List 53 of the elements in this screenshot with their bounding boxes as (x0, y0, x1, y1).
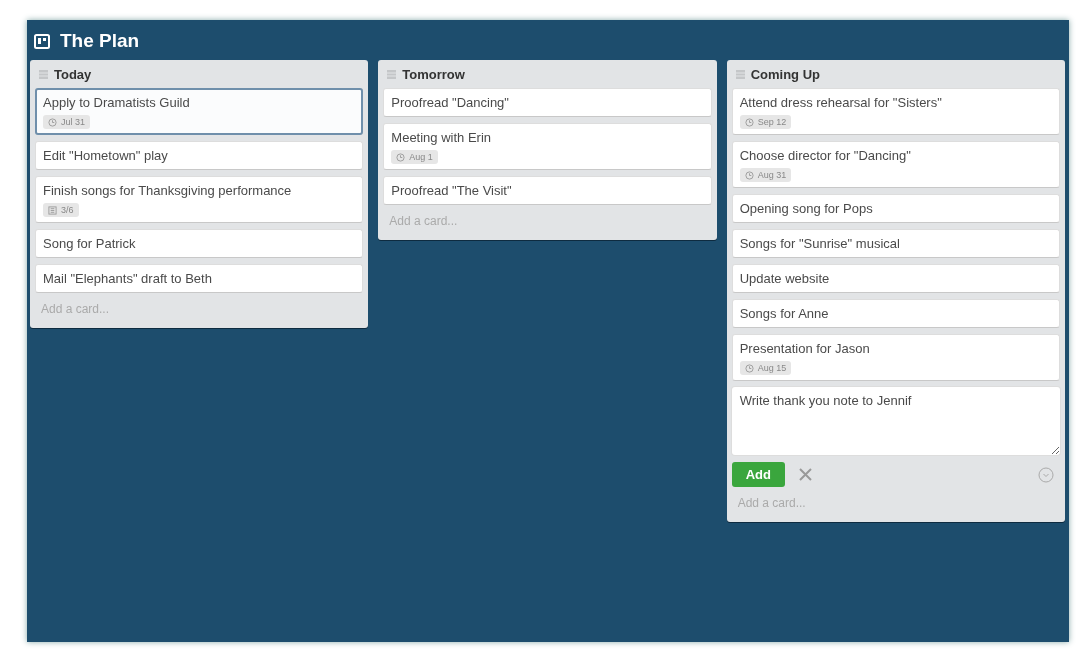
clock-icon (396, 152, 406, 162)
due-date-badge: Aug 15 (739, 361, 792, 375)
list-title: Tomorrow (402, 67, 465, 82)
options-circle-icon[interactable] (1038, 466, 1054, 483)
due-date-badge: Aug 1 (391, 150, 438, 164)
list-title: Coming Up (750, 67, 820, 82)
card-title: Presentation for Jason (739, 340, 871, 357)
checklist-icon (48, 205, 57, 215)
card-title: Edit "Hometown" play (43, 147, 169, 164)
close-icon[interactable] (798, 468, 812, 481)
card[interactable]: Choose director for "Dancing" Aug 31 (731, 141, 1060, 188)
card-title: Songs for "Sunrise" musical (739, 235, 901, 252)
clock-icon (48, 117, 57, 127)
card-title: Proofread "Dancing" (391, 94, 510, 111)
clock-icon (744, 117, 754, 127)
list-handle-icon[interactable] (735, 70, 745, 79)
card-title: Proofread "The Visit" (391, 182, 513, 199)
checklist-badge: 3/6 (43, 203, 79, 217)
card-title: Opening song for Pops (739, 200, 874, 217)
card[interactable]: Attend dress rehearsal for "Sisters" Sep 12 (731, 88, 1060, 135)
card[interactable]: Presentation for Jason Aug 15 (731, 334, 1060, 381)
clock-icon (744, 363, 754, 373)
due-date-badge: Aug 31 (739, 168, 792, 182)
card-title: Meeting with Erin (391, 129, 493, 146)
card[interactable]: Apply to Dramatists Guild Jul 31 (35, 88, 364, 135)
card-title: Apply to Dramatists Guild (43, 94, 191, 111)
list-handle-icon[interactable] (39, 70, 48, 79)
card[interactable]: Opening song for Pops (731, 194, 1060, 223)
due-date-badge: Sep 12 (739, 115, 792, 129)
clock-icon (744, 170, 754, 180)
list-title: Today (54, 67, 92, 82)
list-handle-icon[interactable] (387, 70, 397, 79)
card[interactable]: Song for Patrick (35, 229, 364, 258)
card[interactable]: Songs for "Sunrise" musical (731, 229, 1060, 258)
board-title: The Plan (60, 30, 140, 52)
card-title: Choose director for "Dancing" (739, 147, 912, 164)
card[interactable]: Songs for Anne (731, 299, 1060, 328)
board-icon (34, 33, 50, 49)
card[interactable]: Proofread "Dancing" (383, 88, 712, 117)
card[interactable]: Edit "Hometown" play (35, 141, 364, 170)
card[interactable]: Update website (731, 264, 1060, 293)
card-title: Song for Patrick (43, 235, 137, 252)
card-title: Mail "Elephants" draft to Beth (43, 270, 213, 287)
card[interactable]: Mail "Elephants" draft to Beth (35, 264, 364, 293)
card[interactable]: Proofread "The Visit" (383, 176, 712, 205)
card-title: Update website (739, 270, 831, 287)
due-date-badge: Jul 31 (43, 115, 91, 129)
card[interactable]: Meeting with Erin Aug 1 (383, 123, 712, 170)
card-title: Attend dress rehearsal for "Sisters" (739, 94, 943, 111)
new-card-field[interactable]: Write thank you note to Jennif (731, 387, 1060, 455)
card[interactable]: Finish songs for Thanksgiving performance 3/6 (35, 176, 364, 223)
card-title: Songs for Anne (739, 305, 830, 322)
card-title: Finish songs for Thanksgiving performance (43, 182, 293, 199)
